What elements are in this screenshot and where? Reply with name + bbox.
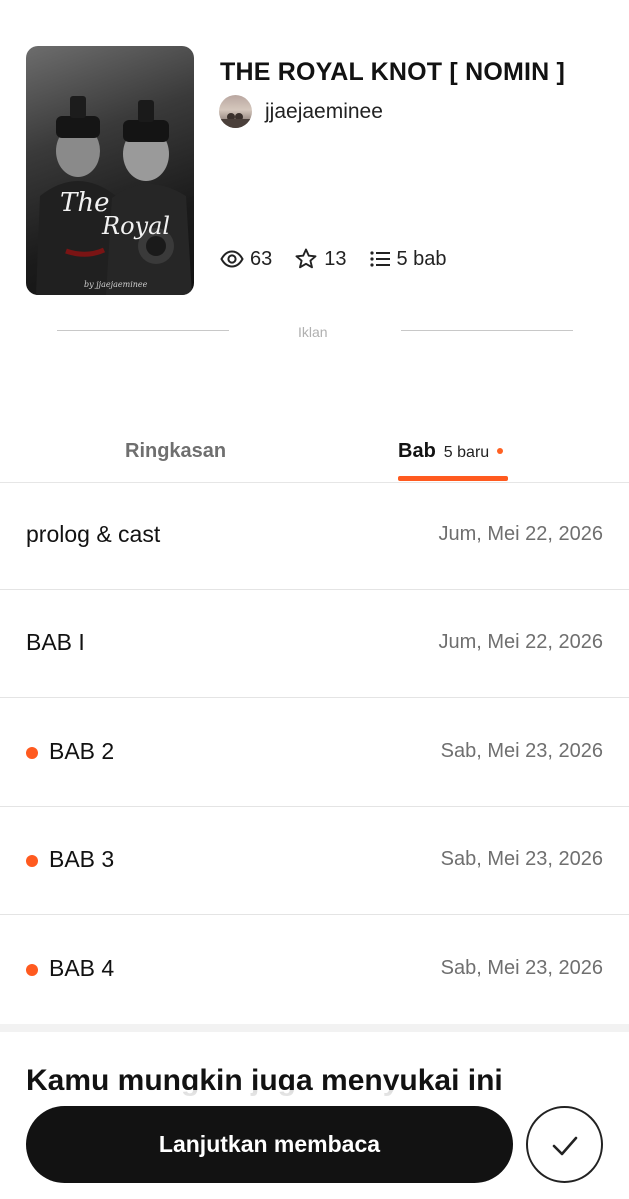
chapter-date: Sab, Mei 23, 2026: [440, 740, 603, 762]
cover-byline: by jjaejaeminee: [84, 280, 148, 289]
story-title: THE ROYAL KNOT [ NOMIN ]: [220, 58, 566, 86]
eye-icon: [220, 250, 244, 268]
author-name: jjaejaeminee: [265, 99, 383, 123]
tab-bar: Ringkasan Bab 5 baru: [0, 430, 629, 483]
add-to-library-button[interactable]: [526, 1106, 603, 1183]
chapter-title: BAB I: [26, 629, 85, 655]
new-chapter-dot: [26, 747, 38, 759]
chapter-title: BAB 3: [49, 846, 115, 872]
book-cover[interactable]: The Royal by jjaejaeminee: [26, 46, 194, 295]
chapter-row[interactable]: BAB 3 Sab, Mei 23, 2026: [0, 807, 629, 915]
new-indicator-dot: [497, 448, 504, 454]
tab-chapters-label: Bab: [398, 440, 436, 462]
list-icon: [369, 251, 390, 267]
new-chapters-count: 5 baru: [443, 444, 490, 461]
author-link[interactable]: jjaejaeminee: [219, 95, 383, 128]
check-icon: [552, 1136, 577, 1155]
avatar: [219, 95, 252, 128]
continue-reading-button[interactable]: Lanjutkan membaca: [26, 1106, 513, 1183]
chapter-date: Jum, Mei 22, 2026: [438, 631, 603, 653]
chapter-title: BAB 2: [49, 738, 115, 764]
votes-count: 13: [324, 247, 347, 270]
star-icon: [295, 248, 317, 269]
chapter-date: Jum, Mei 22, 2026: [438, 523, 603, 545]
tab-chapters[interactable]: Bab 5 baru: [398, 440, 504, 463]
chapter-row[interactable]: prolog & cast Jum, Mei 22, 2026: [0, 482, 629, 590]
story-stats: 63 13 5 bab: [220, 247, 469, 271]
parts-stat: 5 bab: [369, 248, 447, 271]
votes-stat: 13: [294, 247, 347, 271]
chapter-title: BAB 4: [49, 955, 115, 981]
reads-stat: 63: [220, 247, 272, 271]
chapter-row[interactable]: BAB 4 Sab, Mei 23, 2026: [0, 916, 629, 1024]
section-separator: [0, 1024, 629, 1032]
parts-count: 5 bab: [396, 247, 447, 270]
chapter-title: prolog & cast: [26, 521, 161, 547]
chapter-row[interactable]: BAB 2 Sab, Mei 23, 2026: [0, 699, 629, 807]
ad-divider-right: [401, 330, 573, 331]
chapter-date: Sab, Mei 23, 2026: [440, 957, 603, 979]
ad-label: Iklan: [298, 324, 328, 340]
ad-divider-left: [57, 330, 229, 331]
chapter-row[interactable]: BAB I Jum, Mei 22, 2026: [0, 590, 629, 698]
cover-title-line2: Royal: [102, 212, 171, 240]
active-tab-indicator: [398, 476, 508, 481]
new-chapter-dot: [26, 855, 38, 867]
chapter-date: Sab, Mei 23, 2026: [440, 848, 603, 870]
reads-count: 63: [250, 247, 273, 270]
cover-artwork: [36, 96, 192, 295]
tab-summary[interactable]: Ringkasan: [125, 440, 226, 463]
new-chapter-dot: [26, 964, 38, 976]
